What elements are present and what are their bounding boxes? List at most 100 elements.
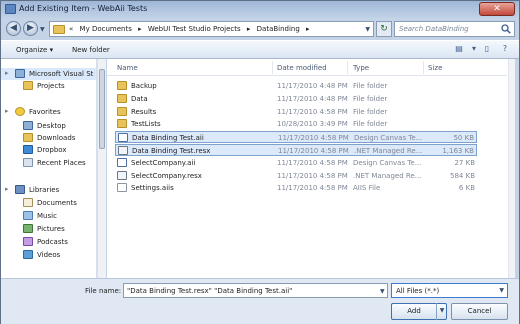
expand-arrow-icon[interactable]: ▸ <box>5 107 9 115</box>
search-box[interactable]: Search DataBinding <box>394 21 515 37</box>
nav-item-label: Desktop <box>37 122 66 130</box>
breadcrumb-overflow[interactable]: « <box>69 25 73 33</box>
expand-arrow-icon[interactable]: ▸ <box>5 185 9 193</box>
forward-button[interactable]: ▶ <box>23 21 38 36</box>
add-button-label: Add <box>407 307 421 315</box>
new-folder-button[interactable]: New folder <box>72 46 110 54</box>
file-date-modified: 10/28/2010 3:49 PM <box>277 120 348 129</box>
nav-item-libraries[interactable]: ▸ Libraries <box>1 184 96 196</box>
file-type: Design Canvas Te... <box>353 158 422 167</box>
file-name: SelectCompany.aii <box>131 158 196 167</box>
close-button[interactable]: ✕ <box>479 2 515 16</box>
file-name: Backup <box>131 82 157 90</box>
file-row[interactable]: SelectCompany.resx 11/17/2010 4:58 PM .NET… <box>115 170 477 182</box>
file-row[interactable]: Data Binding Test.aii 11/17/2010 4:58 PM D… <box>115 131 477 144</box>
breadcrumb-my-documents[interactable]: My Documents <box>80 25 132 33</box>
search-input[interactable]: Search DataBinding <box>399 25 469 33</box>
nav-item-music[interactable]: Music <box>1 210 96 222</box>
breadcrumb-separator[interactable]: ▸ <box>247 25 251 33</box>
cancel-button[interactable]: Cancel <box>451 303 508 320</box>
documents-icon <box>23 198 33 207</box>
scrollbar-thumb[interactable] <box>99 69 105 149</box>
file-date-modified: 11/17/2010 4:58 PM <box>277 158 348 167</box>
file-type: File folder <box>353 94 388 103</box>
nav-item-label: Videos <box>37 251 61 259</box>
view-options-dropdown-icon[interactable]: ▾ <box>467 44 481 56</box>
nav-item-projects[interactable]: Projects <box>1 80 96 92</box>
podcasts-icon <box>23 237 33 246</box>
column-type[interactable]: Type <box>353 64 369 72</box>
file-row[interactable]: TestLists 10/28/2010 3:49 PM File folder <box>115 118 477 130</box>
file-name: Data Binding Test.resx <box>132 147 211 155</box>
nav-item-dropbox[interactable]: Dropbox <box>1 144 96 156</box>
folder-icon <box>117 119 127 129</box>
organize-button[interactable]: Organize ▾ <box>16 46 53 54</box>
nav-item-pictures[interactable]: Pictures <box>1 223 96 235</box>
file-row[interactable]: Data Binding Test.resx 11/17/2010 4:58 PM… <box>115 144 477 156</box>
expand-arrow-icon[interactable]: ▸ <box>5 69 9 77</box>
column-size[interactable]: Size <box>428 64 442 72</box>
window-title: Add Existing Item - WebAii Tests <box>19 4 148 13</box>
file-name-dropdown-icon[interactable]: ▼ <box>380 288 385 295</box>
file-date-modified: 11/17/2010 4:58 PM <box>278 134 349 143</box>
file-date-modified: 11/17/2010 4:58 PM <box>277 171 348 180</box>
column-date-modified[interactable]: Date modified <box>277 64 327 72</box>
refresh-button[interactable]: ↻ <box>376 21 392 37</box>
address-bar[interactable]: « My Documents ▸ WebUI Test Studio Proje… <box>49 21 374 37</box>
nav-item-label: Libraries <box>29 186 60 194</box>
pictures-icon <box>23 224 33 233</box>
file-name: TestLists <box>131 120 161 129</box>
change-view-icon[interactable]: ▤ <box>452 44 466 56</box>
column-name[interactable]: Name <box>117 64 138 72</box>
nav-item-documents[interactable]: Documents <box>1 197 96 209</box>
file-row[interactable]: Results 11/17/2010 4:58 PM File folder <box>115 106 477 118</box>
file-type: .NET Managed Re... <box>353 171 422 180</box>
add-options-dropdown-icon[interactable]: ▼ <box>436 303 447 320</box>
nav-item-label: Pictures <box>37 225 65 233</box>
folder-icon <box>53 25 65 34</box>
file-date-modified: 11/17/2010 4:58 PM <box>277 107 348 116</box>
file-size: 1,163 KB <box>442 147 474 155</box>
file-type-dropdown-icon[interactable]: ▼ <box>499 287 504 294</box>
dropbox-icon <box>23 145 33 154</box>
nav-item-microsoft-visual-st[interactable]: ▸ Microsoft Visual St <box>1 68 96 80</box>
downloads-icon <box>23 133 33 142</box>
music-icon <box>23 211 33 220</box>
file-list-scrollbar[interactable] <box>508 59 515 278</box>
title-bar: Add Existing Item - WebAii Tests ✕ <box>1 1 519 18</box>
file-name: Data Binding Test.aii <box>132 134 204 143</box>
navigation-pane-scrollbar[interactable] <box>97 59 106 278</box>
test-file-icon <box>118 133 128 143</box>
file-row[interactable]: Data 11/17/2010 4:48 PM File folder <box>115 93 477 105</box>
file-size: 6 KB <box>458 184 475 193</box>
address-dropdown-icon[interactable]: ▼ <box>365 26 370 33</box>
navigation-bar: ◀ ▶ ▼ « My Documents ▸ WebUI Test Studio… <box>1 18 519 40</box>
computer-icon <box>15 69 25 78</box>
recent-locations-dropdown[interactable]: ▼ <box>40 26 45 33</box>
file-type-select[interactable]: All Files (*.*) ▼ <box>391 283 508 298</box>
file-date-modified: 11/17/2010 4:48 PM <box>277 94 348 103</box>
nav-item-videos[interactable]: Videos <box>1 249 96 261</box>
preview-pane-icon[interactable]: ▯ <box>480 44 494 56</box>
file-row[interactable]: SelectCompany.aii 11/17/2010 4:58 PM Desig… <box>115 157 477 169</box>
breadcrumb-databinding[interactable]: DataBinding <box>257 25 300 33</box>
nav-item-desktop[interactable]: Desktop <box>1 120 96 132</box>
breadcrumb-separator[interactable]: ▸ <box>306 25 310 33</box>
back-button[interactable]: ◀ <box>6 21 21 36</box>
file-type: Design Canvas Te... <box>354 134 423 143</box>
file-row[interactable]: Backup 11/17/2010 4:48 PM File folder <box>115 80 477 92</box>
nav-item-label: Music <box>37 212 57 220</box>
add-existing-item-dialog: Add Existing Item - WebAii Tests ✕ ◀ ▶ ▼… <box>0 0 520 324</box>
nav-item-favorites[interactable]: ▸ Favorites <box>1 106 96 118</box>
help-icon[interactable]: ? <box>498 44 512 56</box>
nav-item-podcasts[interactable]: Podcasts <box>1 236 96 248</box>
folder-icon <box>117 93 127 103</box>
nav-item-recent-places[interactable]: Recent Places <box>1 157 96 169</box>
file-name-input[interactable]: "Data Binding Test.resx" "Data Binding T… <box>123 283 388 298</box>
nav-item-downloads[interactable]: Downloads <box>1 132 96 144</box>
breadcrumb-webui-test-studio-projects[interactable]: WebUI Test Studio Projects <box>148 25 241 33</box>
search-icon[interactable] <box>501 24 511 34</box>
file-row[interactable]: Settings.aiis 11/17/2010 4:58 PM AIIS File… <box>115 182 477 194</box>
file-size: 27 KB <box>454 158 475 167</box>
breadcrumb-separator[interactable]: ▸ <box>138 25 142 33</box>
